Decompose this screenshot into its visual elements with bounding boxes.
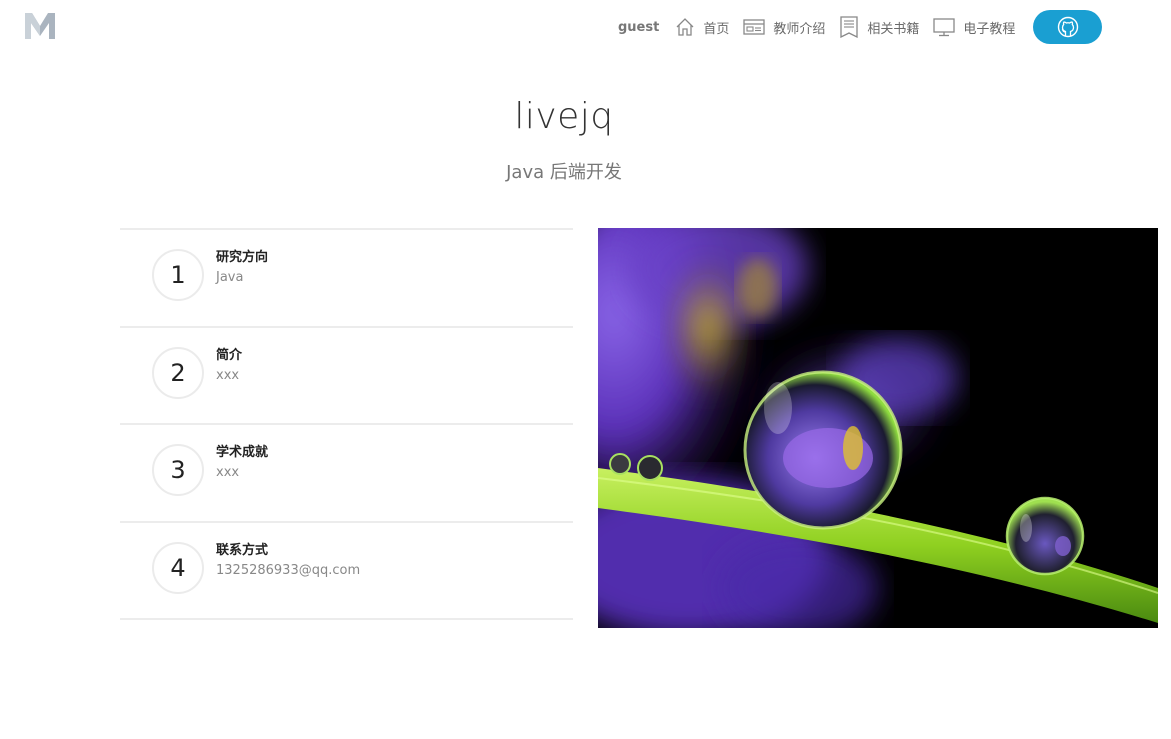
nav-tutorial[interactable]: 电子教程	[933, 17, 1015, 37]
top-nav: guest 首页 教师介绍 相关书籍 电子教程	[618, 10, 1103, 44]
item-value: xxx	[216, 465, 240, 480]
info-list: 1 研究方向 Java 2 简介 xxx 3 学术成就 xxx 4 联系方式 1…	[120, 228, 573, 620]
nav-teacher[interactable]: 教师介绍	[743, 18, 825, 37]
droplet-image	[598, 228, 1158, 628]
item-value: xxx	[216, 367, 240, 383]
item-number: 1	[152, 249, 204, 301]
username: guest	[618, 19, 660, 35]
feature-photo	[598, 228, 1158, 628]
item-value: 1325286933@qq.com	[216, 562, 361, 578]
nav-teacher-label: 教师介绍	[773, 21, 826, 37]
page-title: livejq	[514, 96, 614, 137]
list-item: 2 简介 xxx	[120, 328, 573, 425]
item-number: 2	[152, 346, 204, 399]
nav-tutorial-label: 电子教程	[963, 21, 1016, 37]
list-item: 4 联系方式 1325286933@qq.com	[120, 523, 573, 620]
nav-home-label: 首页	[703, 21, 730, 37]
item-title: 研究方向	[216, 250, 269, 265]
item-title: 学术成就	[216, 445, 269, 460]
page-subtitle: Java 后端开发	[506, 162, 622, 183]
id-card-icon	[743, 19, 766, 35]
header: guest 首页 教师介绍 相关书籍 电子教程	[0, 0, 1171, 56]
monitor-icon	[933, 18, 956, 37]
item-title: 联系方式	[216, 542, 269, 558]
item-title: 简介	[216, 347, 243, 363]
logo-icon[interactable]	[24, 12, 56, 40]
list-item: 3 学术成就 xxx	[120, 425, 573, 523]
item-value: Java	[216, 270, 244, 285]
nav-books[interactable]: 相关书籍	[839, 16, 919, 38]
list-item: 1 研究方向 Java	[120, 230, 573, 328]
item-number: 4	[152, 541, 204, 594]
item-number: 3	[152, 444, 204, 496]
book-icon	[840, 16, 859, 38]
github-button[interactable]	[1033, 10, 1103, 44]
nav-home[interactable]: 首页	[675, 17, 729, 37]
github-icon	[1057, 16, 1079, 38]
home-icon	[676, 18, 694, 36]
nav-books-label: 相关书籍	[867, 21, 920, 37]
